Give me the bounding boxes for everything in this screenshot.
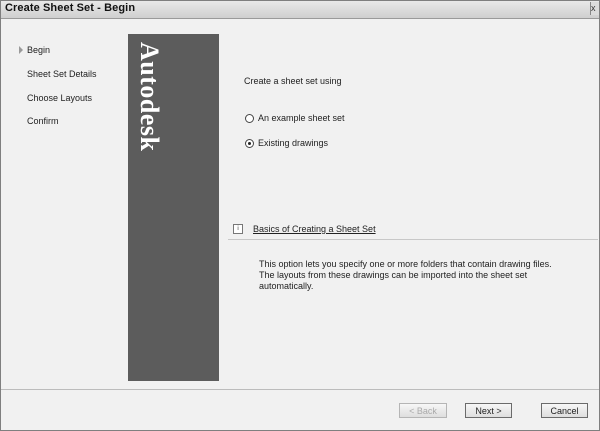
option-existing-drawings-label[interactable]: Existing drawings — [258, 138, 328, 148]
help-topic-icon: i — [233, 224, 243, 234]
option-existing-drawings[interactable]: Existing drawings — [245, 136, 328, 150]
help-link-row[interactable]: i Basics of Creating a Sheet Set — [233, 224, 376, 234]
step-choose-layouts: Choose Layouts — [27, 93, 93, 103]
next-button[interactable]: Next > — [465, 403, 512, 418]
create-sheet-set-dialog: Create Sheet Set - Begin x Begin Sheet S… — [0, 0, 600, 431]
step-confirm: Confirm — [27, 116, 59, 126]
step-sheet-set-details: Sheet Set Details — [27, 69, 97, 79]
option-example-sheet-set[interactable]: An example sheet set — [245, 111, 345, 125]
step-begin: Begin — [27, 45, 51, 55]
radio-example-sheet-set[interactable] — [245, 113, 254, 123]
divider — [228, 239, 598, 240]
content-panel: Create a sheet set using An example shee… — [219, 34, 600, 381]
cancel-button[interactable]: Cancel — [541, 403, 588, 418]
radio-existing-drawings[interactable] — [245, 138, 254, 148]
option-example-sheet-set-label[interactable]: An example sheet set — [258, 113, 345, 123]
basics-help-link[interactable]: Basics of Creating a Sheet Set — [253, 224, 376, 234]
create-using-prompt: Create a sheet set using — [244, 76, 342, 86]
wizard-steps: Begin Sheet Set Details Choose Layouts C… — [1, 18, 128, 385]
back-button[interactable]: < Back — [399, 403, 447, 418]
brand-panel: Autodesk — [128, 34, 219, 381]
window-title: Create Sheet Set - Begin — [5, 2, 136, 14]
option-description: This option lets you specify one or more… — [259, 259, 552, 291]
current-step-arrow-icon — [19, 46, 23, 54]
autodesk-logo: Autodesk — [135, 42, 164, 152]
title-bar[interactable]: Create Sheet Set - Begin x — [1, 1, 599, 19]
footer-divider — [1, 389, 599, 390]
close-icon[interactable]: x — [590, 2, 599, 15]
